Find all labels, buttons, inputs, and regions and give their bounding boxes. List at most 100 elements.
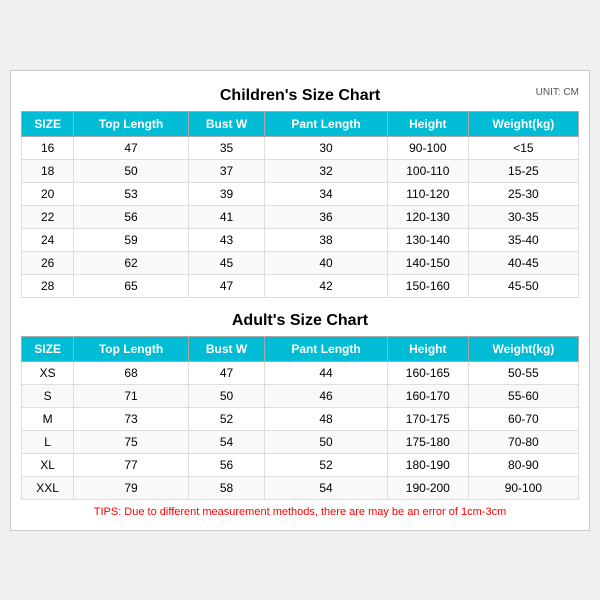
table-row: XXL795854190-20090-100 — [22, 476, 579, 499]
children-header-row: SIZE Top Length Bust W Pant Length Heigh… — [22, 111, 579, 136]
table-row: 24594338130-14035-40 — [22, 228, 579, 251]
table-cell: 130-140 — [387, 228, 468, 251]
table-cell: 70-80 — [468, 430, 578, 453]
table-cell: 52 — [265, 453, 388, 476]
table-cell: 42 — [265, 274, 388, 297]
table-cell: 50-55 — [468, 361, 578, 384]
table-cell: 160-165 — [387, 361, 468, 384]
table-cell: 90-100 — [468, 476, 578, 499]
table-cell: 50 — [74, 159, 189, 182]
table-cell: 110-120 — [387, 182, 468, 205]
table-cell: 48 — [265, 407, 388, 430]
table-cell: 54 — [265, 476, 388, 499]
adults-col-pant-length: Pant Length — [265, 336, 388, 361]
table-cell: 75 — [74, 430, 189, 453]
table-cell: 36 — [265, 205, 388, 228]
adults-col-weight: Weight(kg) — [468, 336, 578, 361]
adults-col-top-length: Top Length — [74, 336, 189, 361]
table-cell: 25-30 — [468, 182, 578, 205]
children-col-bust-w: Bust W — [188, 111, 264, 136]
children-col-top-length: Top Length — [74, 111, 189, 136]
table-cell: 34 — [265, 182, 388, 205]
table-cell: 140-150 — [387, 251, 468, 274]
adults-section-title: Adult's Size Chart — [21, 306, 579, 332]
table-cell: 26 — [22, 251, 74, 274]
table-cell: 71 — [74, 384, 189, 407]
adults-col-height: Height — [387, 336, 468, 361]
table-cell: 56 — [74, 205, 189, 228]
children-table-body: 1647353090-100<1518503732100-11015-25205… — [22, 136, 579, 297]
table-cell: 35-40 — [468, 228, 578, 251]
table-cell: 120-130 — [387, 205, 468, 228]
table-cell: 30 — [265, 136, 388, 159]
table-cell: 100-110 — [387, 159, 468, 182]
table-cell: 79 — [74, 476, 189, 499]
table-cell: 39 — [188, 182, 264, 205]
table-row: 18503732100-11015-25 — [22, 159, 579, 182]
children-unit-label: UNIT: CM — [536, 87, 579, 98]
table-cell: XS — [22, 361, 74, 384]
table-cell: 54 — [188, 430, 264, 453]
children-col-height: Height — [387, 111, 468, 136]
table-cell: 62 — [74, 251, 189, 274]
table-row: L755450175-18070-80 — [22, 430, 579, 453]
table-cell: 180-190 — [387, 453, 468, 476]
table-cell: 58 — [188, 476, 264, 499]
table-cell: 40 — [265, 251, 388, 274]
table-row: 28654742150-16045-50 — [22, 274, 579, 297]
table-cell: 160-170 — [387, 384, 468, 407]
table-cell: 16 — [22, 136, 74, 159]
table-row: 26624540140-15040-45 — [22, 251, 579, 274]
adults-size-table: SIZE Top Length Bust W Pant Length Heigh… — [21, 336, 579, 500]
children-size-table: SIZE Top Length Bust W Pant Length Heigh… — [21, 111, 579, 298]
table-cell: 43 — [188, 228, 264, 251]
table-cell: 30-35 — [468, 205, 578, 228]
table-cell: 175-180 — [387, 430, 468, 453]
table-cell: 68 — [74, 361, 189, 384]
table-cell: 150-160 — [387, 274, 468, 297]
table-cell: 53 — [74, 182, 189, 205]
tips-text: TIPS: Due to different measurement metho… — [21, 500, 579, 520]
table-cell: XXL — [22, 476, 74, 499]
table-row: 1647353090-100<15 — [22, 136, 579, 159]
table-cell: M — [22, 407, 74, 430]
table-cell: 47 — [188, 274, 264, 297]
table-row: XS684744160-16550-55 — [22, 361, 579, 384]
adults-col-size: SIZE — [22, 336, 74, 361]
table-cell: 80-90 — [468, 453, 578, 476]
table-cell: 45 — [188, 251, 264, 274]
table-cell: L — [22, 430, 74, 453]
table-cell: 40-45 — [468, 251, 578, 274]
table-cell: 59 — [74, 228, 189, 251]
table-cell: 52 — [188, 407, 264, 430]
table-cell: 55-60 — [468, 384, 578, 407]
table-cell: 170-175 — [387, 407, 468, 430]
adults-col-bust-w: Bust W — [188, 336, 264, 361]
table-row: S715046160-17055-60 — [22, 384, 579, 407]
table-cell: 56 — [188, 453, 264, 476]
table-row: 20533934110-12025-30 — [22, 182, 579, 205]
table-cell: 46 — [265, 384, 388, 407]
adults-title-text: Adult's Size Chart — [232, 312, 368, 329]
adults-table-body: XS684744160-16550-55S715046160-17055-60M… — [22, 361, 579, 499]
table-cell: 28 — [22, 274, 74, 297]
table-cell: 18 — [22, 159, 74, 182]
children-col-weight: Weight(kg) — [468, 111, 578, 136]
table-cell: 22 — [22, 205, 74, 228]
table-row: XL775652180-19080-90 — [22, 453, 579, 476]
table-cell: 77 — [74, 453, 189, 476]
children-col-pant-length: Pant Length — [265, 111, 388, 136]
table-cell: 50 — [188, 384, 264, 407]
table-cell: 41 — [188, 205, 264, 228]
table-cell: 90-100 — [387, 136, 468, 159]
table-cell: 47 — [74, 136, 189, 159]
table-row: 22564136120-13030-35 — [22, 205, 579, 228]
table-cell: 20 — [22, 182, 74, 205]
table-cell: 47 — [188, 361, 264, 384]
table-cell: 38 — [265, 228, 388, 251]
table-cell: 44 — [265, 361, 388, 384]
table-cell: <15 — [468, 136, 578, 159]
table-row: M735248170-17560-70 — [22, 407, 579, 430]
table-cell: 190-200 — [387, 476, 468, 499]
table-cell: 24 — [22, 228, 74, 251]
